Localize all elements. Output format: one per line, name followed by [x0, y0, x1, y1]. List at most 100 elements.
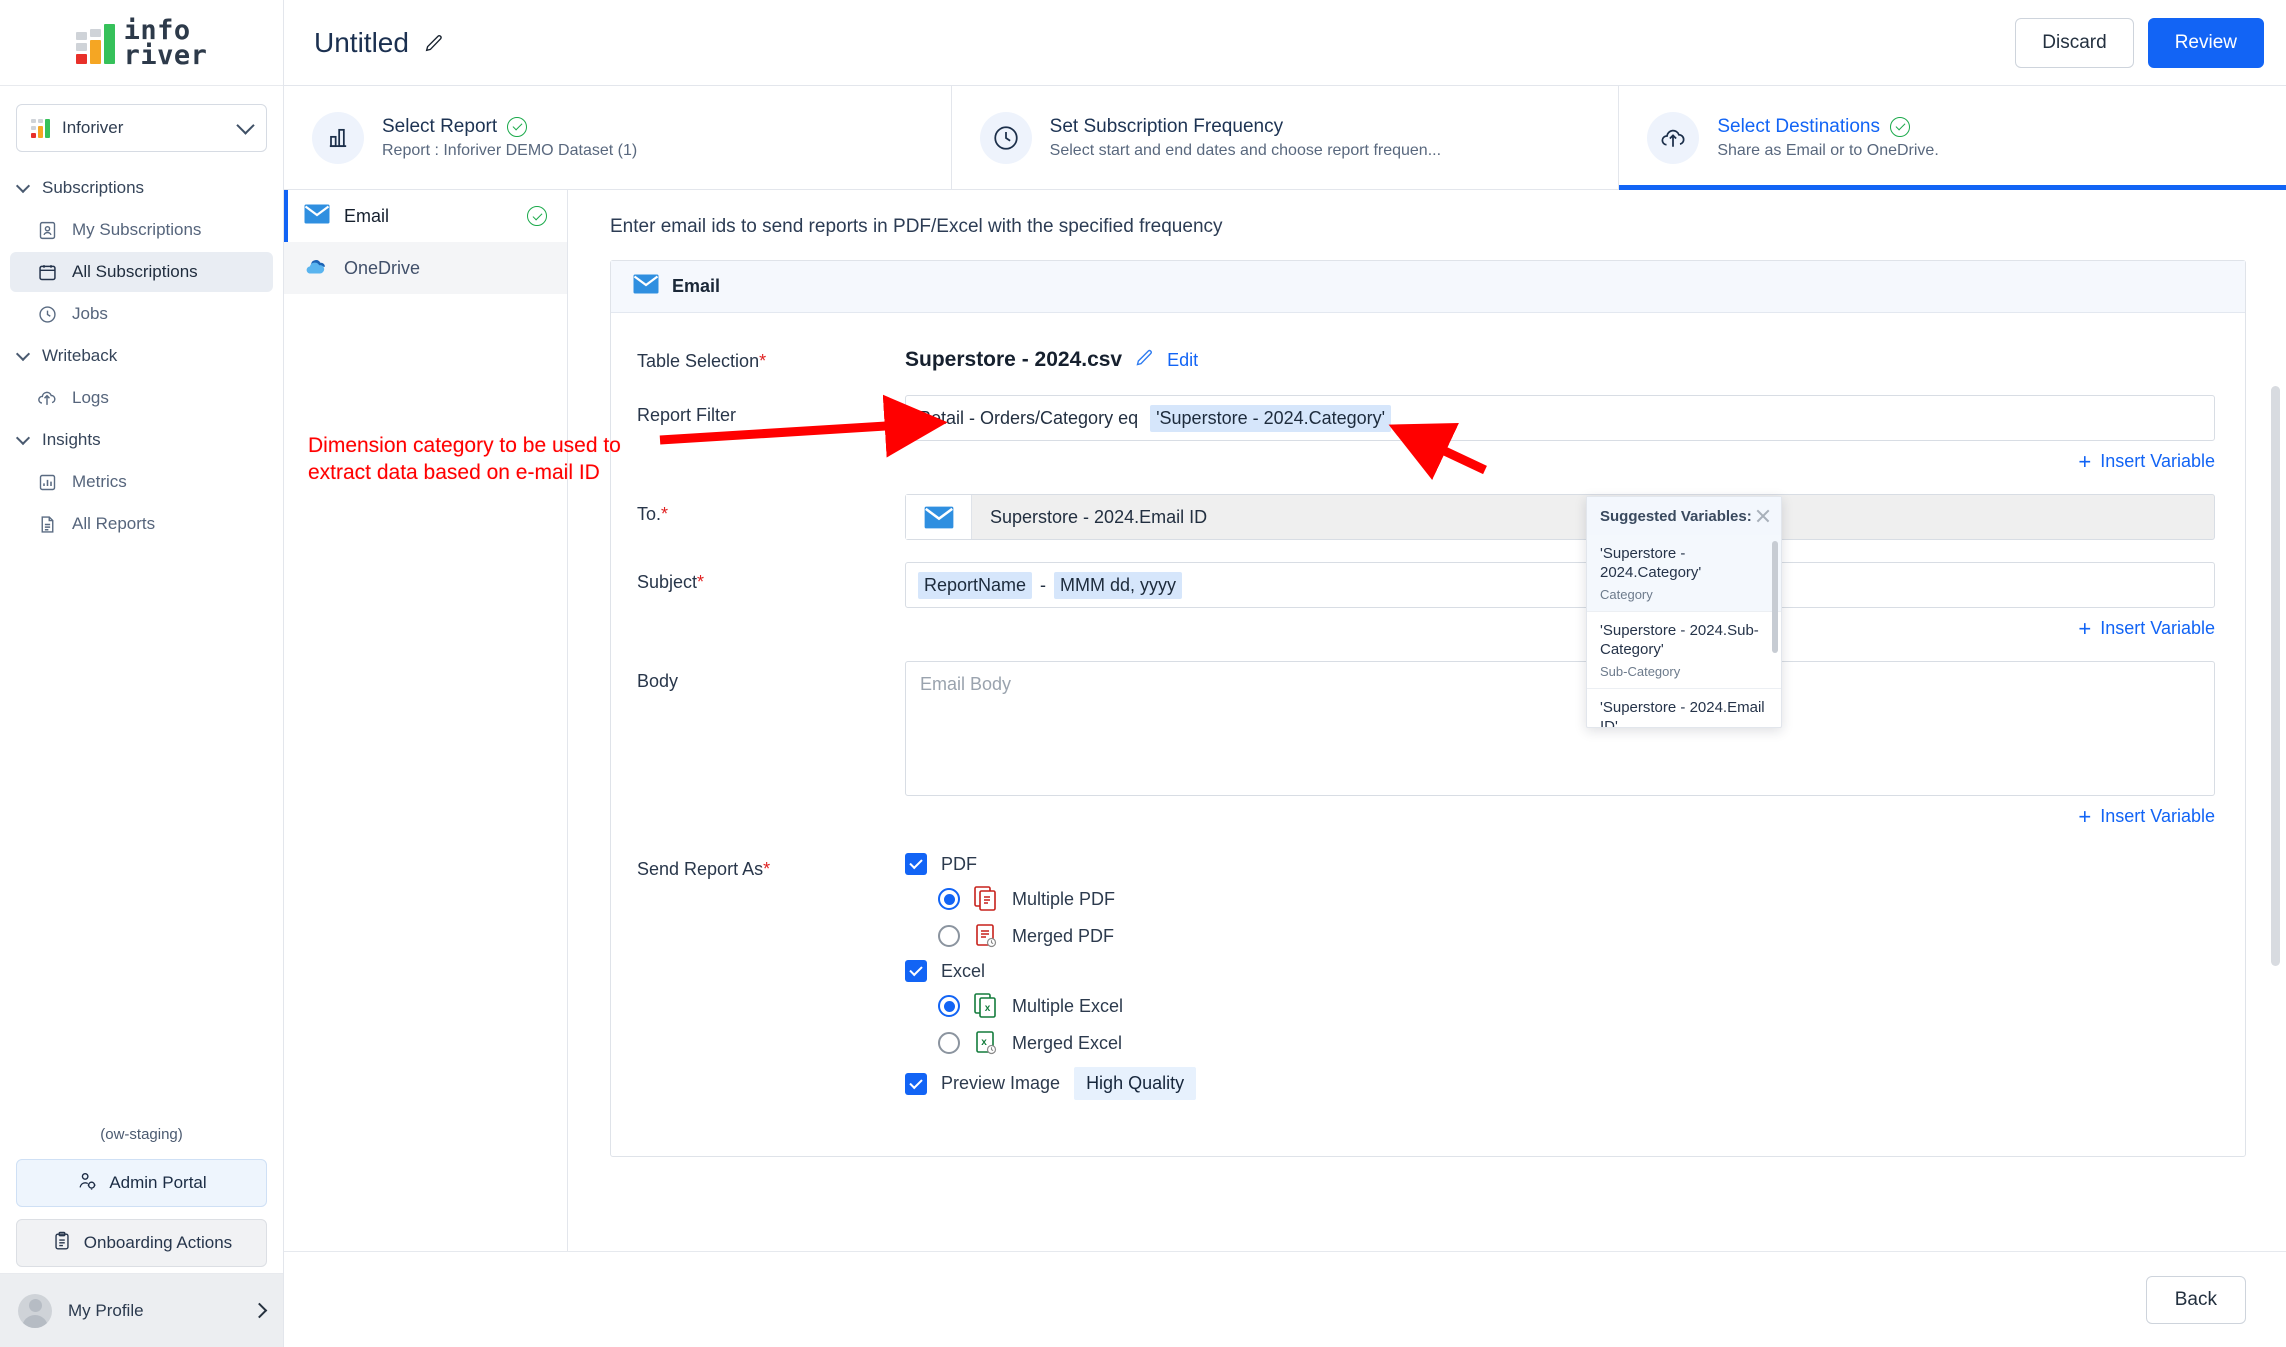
close-icon[interactable]	[1755, 508, 1771, 524]
profile-row[interactable]: My Profile	[0, 1273, 283, 1347]
onedrive-icon	[304, 256, 330, 281]
sidebar-item-all-subscriptions[interactable]: All Subscriptions	[10, 252, 273, 292]
step-subtitle: Report : Inforiver DEMO Dataset (1)	[382, 141, 638, 159]
table-selection-value: Superstore - 2024.csv	[905, 348, 1123, 371]
suggested-variables-list[interactable]: 'Superstore - 2024.Category' Category 'S…	[1587, 535, 1781, 727]
wizard-steps: Select Report Report : Inforiver DEMO Da…	[284, 86, 2286, 190]
sidebar-item-label: All Reports	[72, 514, 156, 533]
radio-multiple-excel[interactable]	[938, 995, 960, 1017]
report-filter-input[interactable]: Retail - Orders/Category eq 'Superstore …	[905, 395, 2215, 441]
required-asterisk: *	[763, 859, 771, 879]
annotation-text: Dimension category to be used to extract…	[308, 434, 621, 484]
edit-link[interactable]: Edit	[1167, 350, 1198, 371]
suggested-variable-item[interactable]: 'Superstore - 2024.Email ID' Email ID	[1587, 689, 1781, 727]
checkbox-preview-image[interactable]	[905, 1072, 927, 1095]
review-button[interactable]: Review	[2147, 17, 2264, 68]
bar-chart-icon	[312, 111, 364, 164]
label-text: Table Selection	[637, 351, 760, 371]
suggested-variable-name: 'Superstore - 2024.Category'	[1600, 545, 1702, 581]
chevron-down-icon	[15, 178, 31, 194]
insert-variable-subject[interactable]: + Insert Variable	[905, 615, 2215, 641]
edit-pencil-icon[interactable]	[423, 32, 445, 54]
option-multiple-excel[interactable]: x Multiple Excel	[905, 993, 2215, 1019]
workspace-logo-icon	[31, 118, 50, 138]
back-button[interactable]: Back	[2145, 1275, 2246, 1324]
clock-icon	[36, 303, 58, 325]
email-panel-header: Email	[611, 261, 2245, 313]
table-selection-label: Table Selection*	[637, 341, 905, 372]
step-select-destinations[interactable]: Select Destinations Share as Email or to…	[1619, 86, 2286, 190]
suggested-variables-scrollbar[interactable]	[1772, 541, 1778, 653]
insert-variable-report-filter[interactable]: + Insert Variable	[905, 448, 2215, 474]
sidebar-group-label: Subscriptions	[42, 178, 145, 197]
suggested-variable-name: 'Superstore - 2024.Email ID'	[1600, 699, 1765, 727]
onboarding-actions-button[interactable]: Onboarding Actions	[16, 1219, 267, 1267]
onboarding-actions-label: Onboarding Actions	[83, 1233, 233, 1252]
destination-item-email[interactable]: Email	[284, 190, 567, 242]
chevron-down-icon	[15, 346, 31, 362]
suggested-variables-header: Suggested Variables:	[1587, 497, 1781, 535]
sidebar-group-insights[interactable]: Insights	[0, 420, 283, 460]
report-filter-variable-chip[interactable]: 'Superstore - 2024.Category'	[1150, 404, 1392, 432]
option-multiple-pdf[interactable]: Multiple PDF	[905, 886, 2215, 912]
required-asterisk: *	[697, 572, 705, 592]
sidebar-group-label: Writeback	[42, 346, 118, 365]
radio-merged-excel[interactable]	[938, 1032, 960, 1054]
sidebar-item-label: Logs	[72, 388, 109, 407]
option-merged-excel[interactable]: x Merged Excel	[905, 1030, 2215, 1056]
suggested-variables-title: Suggested Variables:	[1600, 507, 1752, 525]
sidebar-nav: Subscriptions My Subscriptions All Subsc…	[0, 164, 283, 1114]
step-title: Set Subscription Frequency	[1049, 115, 1284, 137]
subject-label: Subject*	[637, 562, 905, 593]
admin-portal-button[interactable]: Admin Portal	[16, 1159, 267, 1207]
option-pdf[interactable]: PDF	[905, 853, 2215, 875]
to-input[interactable]: Superstore - 2024.Email ID	[905, 494, 2215, 540]
option-excel[interactable]: Excel	[905, 960, 2215, 982]
sidebar-item-all-reports[interactable]: All Reports	[10, 504, 273, 544]
destination-item-onedrive[interactable]: OneDrive	[284, 242, 567, 294]
sidebar-group-subscriptions[interactable]: Subscriptions	[0, 168, 283, 208]
subject-chip-date[interactable]: MMM dd, yyyy	[1054, 571, 1183, 599]
radio-merged-pdf[interactable]	[938, 925, 960, 947]
edit-pencil-icon[interactable]	[1134, 347, 1155, 373]
discard-button[interactable]: Discard	[2015, 17, 2134, 68]
suggested-variable-item[interactable]: 'Superstore - 2024.Category' Category	[1587, 535, 1781, 612]
checkbox-pdf[interactable]	[905, 853, 927, 875]
sidebar-group-writeback[interactable]: Writeback	[0, 336, 283, 376]
svg-text:x: x	[981, 1037, 987, 1048]
form-hint: Enter email ids to send reports in PDF/E…	[610, 216, 1223, 237]
option-preview-image[interactable]: Preview Image High Quality	[905, 1067, 2215, 1100]
plus-icon: +	[2078, 615, 2092, 641]
label-text: Subject	[637, 572, 698, 592]
sidebar-item-label: All Subscriptions	[72, 262, 198, 281]
option-label: Multiple PDF	[1012, 888, 1116, 909]
step-set-subscription-frequency[interactable]: Set Subscription Frequency Select start …	[952, 86, 1620, 189]
subject-input[interactable]: ReportName - MMM dd, yyyy	[905, 562, 2215, 608]
radio-multiple-pdf[interactable]	[938, 888, 960, 910]
avatar	[18, 1293, 52, 1328]
option-label: Multiple Excel	[1012, 995, 1124, 1016]
page-title: Untitled	[314, 26, 409, 58]
sidebar-item-my-subscriptions[interactable]: My Subscriptions	[10, 210, 273, 250]
subject-chip-reportname[interactable]: ReportName	[918, 571, 1033, 599]
sidebar-item-logs[interactable]: Logs	[10, 378, 273, 418]
topbar: Untitled Discard Review	[284, 0, 2286, 86]
option-merged-pdf[interactable]: Merged PDF	[905, 923, 2215, 949]
step-select-report[interactable]: Select Report Report : Inforiver DEMO Da…	[284, 86, 952, 189]
preview-quality-chip[interactable]: High Quality	[1074, 1067, 1197, 1100]
calendar-icon	[36, 261, 58, 283]
bottom-bar: Back	[284, 1251, 2286, 1347]
plus-icon: +	[2078, 448, 2092, 474]
page-scrollbar[interactable]	[2271, 386, 2280, 966]
checkbox-excel[interactable]	[905, 960, 927, 982]
row-to: To.* Superstore - 2024.Email ID	[637, 494, 2215, 540]
body-textarea[interactable]: Email Body	[905, 661, 2215, 796]
workspace-selector[interactable]: Inforiver	[16, 104, 267, 152]
insert-variable-body[interactable]: + Insert Variable	[905, 805, 2215, 827]
sidebar-group-label: Insights	[42, 430, 101, 449]
suggested-variable-item[interactable]: 'Superstore - 2024.Sub-Category' Sub-Cat…	[1587, 612, 1781, 689]
sidebar-item-metrics[interactable]: Metrics	[10, 462, 273, 502]
row-table-selection: Table Selection* Superstore - 2024.csv E…	[637, 341, 2215, 373]
sidebar-item-jobs[interactable]: Jobs	[10, 294, 273, 334]
send-report-as-label: Send Report As*	[637, 849, 905, 880]
